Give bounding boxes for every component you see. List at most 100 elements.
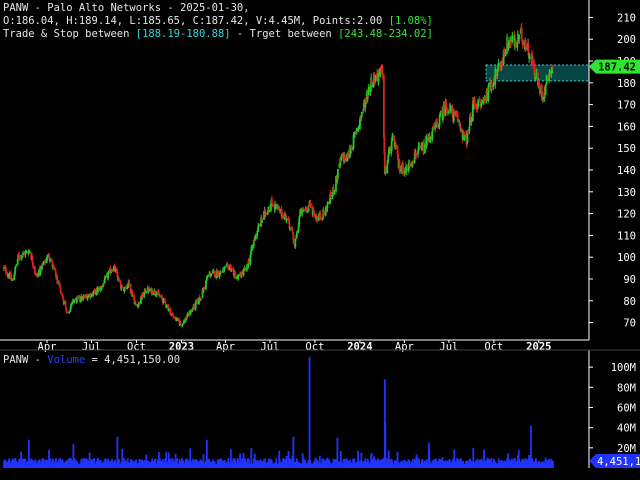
x-tick-label: 2025 bbox=[526, 341, 551, 353]
candle-body bbox=[131, 290, 133, 296]
x-tick-label: Apr bbox=[38, 341, 57, 353]
candle-body bbox=[340, 156, 343, 161]
candle-body bbox=[11, 279, 14, 281]
candle-body bbox=[467, 131, 469, 133]
volume-tick-label: 80M bbox=[617, 382, 636, 394]
candle-body bbox=[466, 143, 468, 145]
candle-body bbox=[145, 292, 148, 293]
candle-body bbox=[54, 271, 57, 276]
candle-body bbox=[49, 260, 51, 262]
candle-body bbox=[46, 256, 48, 262]
volume-ticker: PANW - bbox=[3, 354, 48, 366]
candle-body bbox=[117, 278, 120, 281]
candle-body bbox=[237, 274, 240, 277]
x-tick-label: Jul bbox=[260, 341, 279, 353]
candle-body bbox=[179, 321, 182, 324]
candle-body bbox=[487, 85, 490, 101]
candle-body bbox=[15, 265, 18, 267]
volume-value: = 4,451,150.00 bbox=[85, 354, 181, 366]
candle-body bbox=[224, 266, 226, 268]
candle-body bbox=[387, 155, 390, 161]
volume-pane: 20M 40M 60M 80M 100M 4,451,150 bbox=[0, 349, 640, 468]
chart-title: PANW - Palo Alto Networks - 2025-01-30, bbox=[3, 2, 250, 15]
volume-tick-label: 60M bbox=[617, 402, 636, 414]
price-tick-label: 70 bbox=[623, 318, 636, 330]
candle-body bbox=[398, 160, 401, 171]
candle-body bbox=[251, 245, 254, 250]
x-tick-label: 2023 bbox=[169, 341, 194, 353]
candle-body bbox=[161, 295, 163, 299]
price-tick-label: 160 bbox=[617, 121, 636, 133]
candle bbox=[271, 195, 273, 204]
candle-body bbox=[305, 207, 308, 212]
candle-body bbox=[287, 217, 290, 219]
candle-body bbox=[200, 298, 202, 300]
candle-body bbox=[436, 122, 439, 125]
x-tick-label: Jul bbox=[82, 341, 101, 353]
x-tick-label: Apr bbox=[216, 341, 235, 353]
candle-body bbox=[234, 272, 237, 279]
candle-body bbox=[104, 277, 107, 279]
candle-body bbox=[155, 293, 158, 296]
candle-body bbox=[289, 228, 291, 230]
candle-body bbox=[408, 161, 411, 167]
candle-body bbox=[381, 65, 384, 77]
target-label: - Trget between bbox=[230, 28, 339, 40]
candle-body bbox=[456, 113, 459, 122]
candle bbox=[382, 73, 385, 139]
candle-body bbox=[504, 52, 507, 57]
candle-body bbox=[265, 213, 267, 215]
candle-body bbox=[22, 252, 24, 255]
trade-stop-range: [188.19-180.88] bbox=[135, 28, 231, 40]
candle-body bbox=[319, 216, 322, 218]
candle-body bbox=[390, 140, 393, 151]
price-tick-label: 200 bbox=[617, 34, 636, 46]
volume-header: PANW - Volume = 4,451,150.00 bbox=[3, 354, 180, 367]
price-tick-label: 90 bbox=[623, 274, 636, 286]
last-price-label: 187.42 bbox=[598, 62, 636, 74]
candle-body bbox=[59, 287, 62, 294]
candle-body bbox=[518, 34, 521, 40]
candle-body bbox=[5, 267, 7, 274]
levels-line: Trade & Stop between [188.19-180.88] - T… bbox=[3, 28, 433, 41]
candle-body bbox=[107, 271, 110, 274]
volume-label: Volume bbox=[47, 354, 86, 366]
volume-bar bbox=[384, 422, 387, 468]
ohlc-line: O:186.04, H:189.14, L:185.65, C:187.42, … bbox=[3, 15, 433, 28]
candle-body bbox=[544, 86, 547, 95]
x-tick-label: Jul bbox=[439, 341, 458, 353]
candle-body bbox=[514, 40, 517, 43]
price-tick-label: 100 bbox=[617, 252, 636, 264]
x-tick-label: Oct bbox=[484, 341, 503, 353]
price-tick-label: 120 bbox=[617, 209, 636, 221]
price-tick-label: 110 bbox=[617, 230, 636, 242]
candle-body bbox=[210, 274, 213, 277]
volume-tick-label: 20M bbox=[617, 443, 636, 455]
candle-body bbox=[107, 274, 110, 279]
candle-body bbox=[295, 232, 298, 238]
price-tick-label: 210 bbox=[617, 12, 636, 24]
candle-body bbox=[64, 301, 67, 307]
x-tick-label: 2024 bbox=[347, 341, 372, 353]
candle-body bbox=[496, 69, 499, 77]
candle-body bbox=[405, 167, 408, 172]
price-pane: 7080901001101201301401501601701801902002… bbox=[0, 0, 640, 353]
candle-body bbox=[169, 308, 172, 315]
candle-body bbox=[552, 66, 554, 68]
candle-body bbox=[292, 234, 295, 243]
candle-body bbox=[291, 229, 294, 231]
candle-body bbox=[415, 154, 418, 156]
candle-body bbox=[468, 126, 471, 132]
price-tick-label: 130 bbox=[617, 187, 636, 199]
candle-body bbox=[206, 277, 209, 279]
volume-bar bbox=[552, 461, 554, 468]
price-tick-label: 180 bbox=[617, 78, 636, 90]
pct-change: [1.08%] bbox=[388, 15, 433, 27]
volume-tick-label: 100M bbox=[611, 362, 636, 374]
candle-body bbox=[313, 210, 315, 216]
candle bbox=[135, 303, 137, 306]
candle-body bbox=[73, 300, 76, 302]
price-tick-label: 140 bbox=[617, 165, 636, 177]
candle-body bbox=[121, 286, 124, 289]
candle-body bbox=[477, 99, 480, 107]
